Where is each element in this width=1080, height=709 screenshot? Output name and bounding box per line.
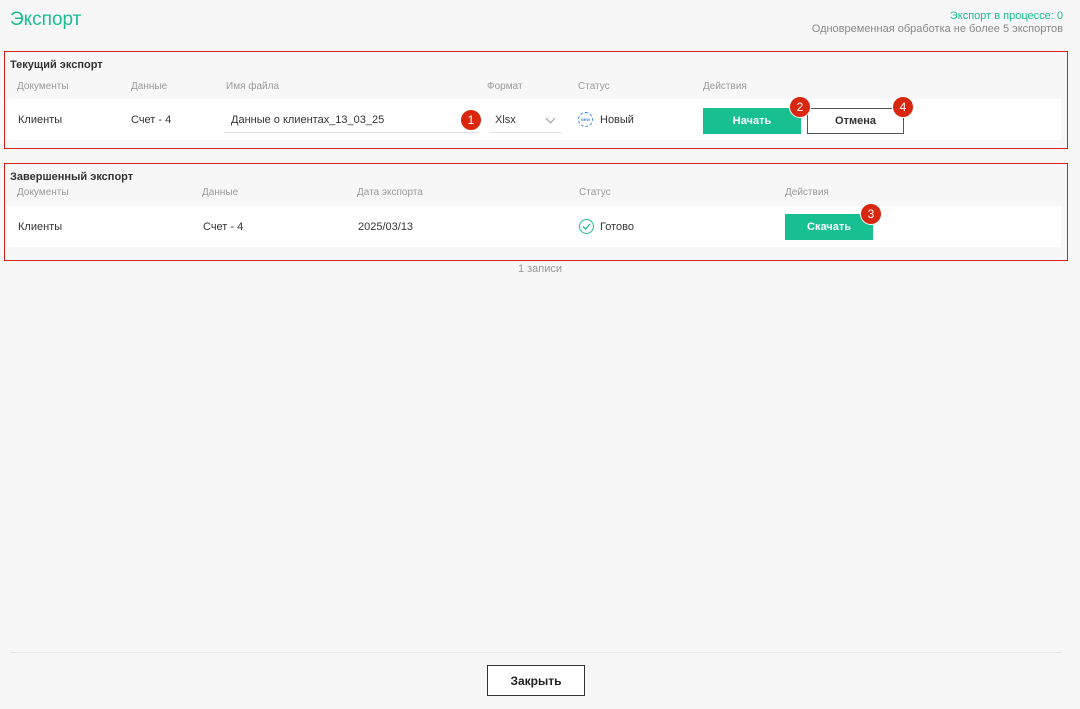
start-button[interactable]: Начать — [703, 108, 801, 134]
status-label: Новый — [600, 113, 634, 126]
callout-marker-1: 1 — [460, 109, 482, 131]
check-circle-icon — [579, 219, 594, 234]
status-new: NEW Новый — [578, 99, 634, 140]
completed-export-title: Завершенный экспорт — [10, 171, 134, 183]
col-actions: Действия — [785, 187, 829, 198]
col-data: Данные — [131, 81, 168, 92]
col-format: Формат — [487, 81, 523, 92]
close-button[interactable]: Закрыть — [487, 665, 585, 696]
col-status: Статус — [579, 187, 611, 198]
col-documents: Документы — [17, 81, 69, 92]
export-info: Экспорт в процессе: 0 Одновременная обра… — [812, 10, 1063, 36]
col-data: Данные — [202, 187, 239, 198]
row-export-date: 2025/03/13 — [358, 220, 414, 233]
page-title: Экспорт — [10, 9, 82, 30]
format-select[interactable]: Xlsx — [490, 107, 562, 133]
row-data: Счет - 4 — [131, 113, 172, 126]
status-label: Готово — [600, 220, 634, 233]
completed-export-section: Завершенный экспорт Документы Данные Дат… — [4, 163, 1068, 261]
new-status-icon: NEW — [578, 112, 593, 127]
filename-input[interactable] — [224, 107, 479, 133]
col-documents: Документы — [17, 187, 69, 198]
col-actions: Действия — [703, 81, 747, 92]
col-export-date: Дата экспорта — [357, 187, 423, 198]
status-done: Готово — [579, 206, 634, 247]
col-filename: Имя файла — [226, 81, 280, 92]
callout-marker-4: 4 — [892, 96, 914, 118]
footer-divider — [11, 652, 1061, 653]
cancel-button[interactable]: Отмена — [807, 108, 904, 134]
exports-in-process: Экспорт в процессе: 0 — [949, 10, 1063, 22]
row-data: Счет - 4 — [203, 220, 244, 233]
callout-marker-2: 2 — [789, 96, 811, 118]
records-count: 1 записи — [517, 263, 563, 275]
row-documents: Клиенты — [18, 220, 63, 233]
row-documents: Клиенты — [18, 113, 63, 126]
export-limit-note: Одновременная обработка не более 5 экспо… — [811, 23, 1063, 35]
callout-marker-3: 3 — [860, 203, 882, 225]
col-status: Статус — [578, 81, 610, 92]
completed-export-row: Клиенты Счет - 4 2025/03/13 Готово Скача… — [7, 206, 1061, 247]
chevron-down-icon — [545, 113, 556, 124]
current-export-title: Текущий экспорт — [10, 59, 103, 71]
format-value: Xlsx — [495, 113, 516, 126]
